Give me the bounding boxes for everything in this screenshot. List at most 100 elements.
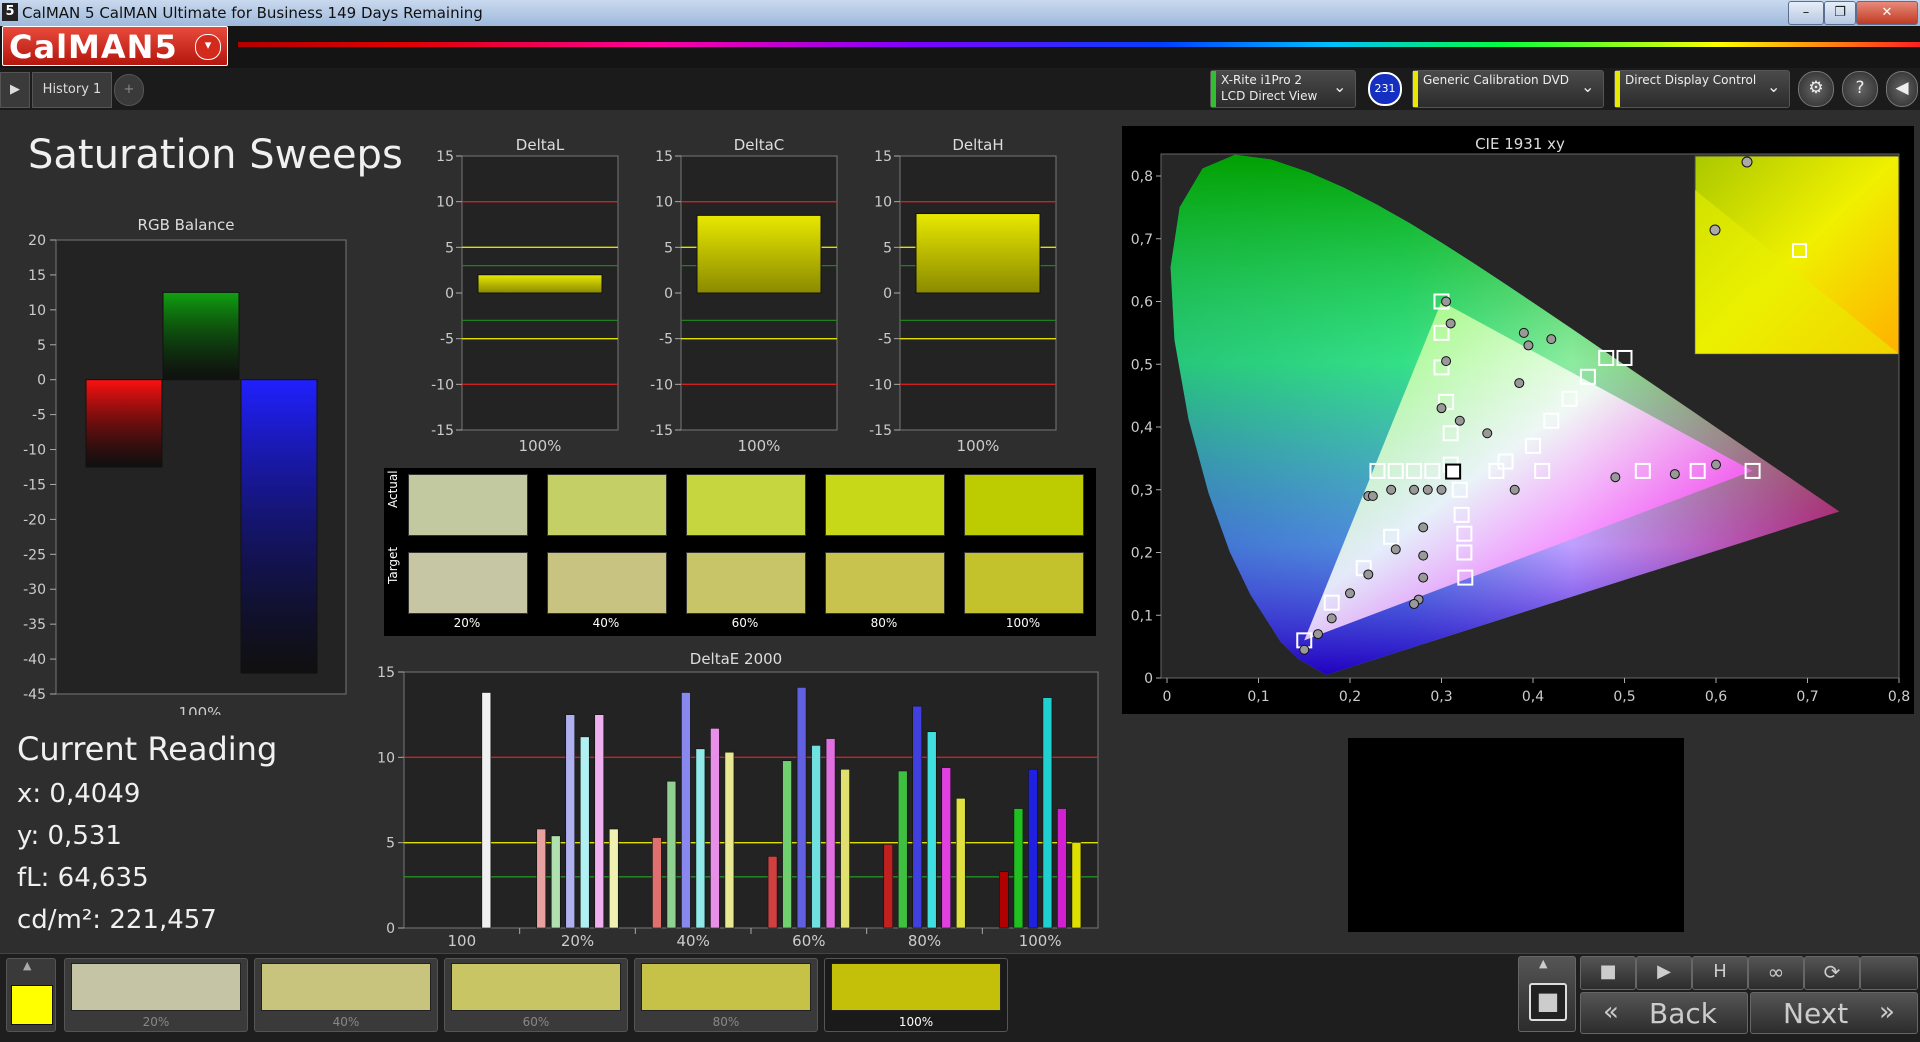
up-arrow-icon[interactable]: ▲ — [1539, 957, 1547, 970]
delta-tick-label: -10 — [650, 377, 673, 393]
cie-y-tick-label: 0,1 — [1131, 608, 1153, 624]
calman-logo-menu[interactable]: CalMAN5 ▾ — [2, 26, 228, 66]
rgb-tick-label: -35 — [23, 617, 46, 633]
rgb-tick-label: 20 — [28, 233, 46, 249]
source-selector[interactable]: Generic Calibration DVD ⌄ — [1412, 70, 1604, 108]
color-preview-window — [1348, 738, 1684, 932]
chevron-down-icon: ⌄ — [1333, 77, 1347, 96]
cie-x-tick-label: 0,6 — [1705, 689, 1727, 705]
hold-button[interactable]: H — [1692, 956, 1748, 990]
cie-measured-point — [1312, 629, 1323, 640]
rgb-axis-ticks: 20 15 10 5 0 -5 -10 -15 -20 -25 -30 -35 -40 -45 — [23, 233, 56, 703]
cie-y-tick-label: 0,7 — [1131, 232, 1153, 248]
deltae-title: DeltaE 2000 — [690, 650, 782, 668]
inset-measured-point — [1709, 224, 1721, 236]
cie-white-target — [1445, 463, 1462, 480]
patch-swatch — [831, 963, 1001, 1011]
deltae-bar — [608, 828, 619, 929]
delta-tick-label: 5 — [445, 240, 454, 256]
delta-tick-label: -15 — [869, 423, 892, 439]
deltae-bar — [710, 728, 720, 929]
next-arrow-icon: » — [1879, 997, 1895, 1027]
deltae-bar — [941, 767, 952, 929]
deltae-tick-label: 10 — [377, 750, 395, 766]
rgb-tick-label: 0 — [37, 373, 46, 389]
play-icon[interactable]: ▶ — [0, 72, 30, 108]
patch-button[interactable]: 80% — [634, 958, 818, 1032]
swatch-label: 20% — [453, 616, 481, 630]
sync-button[interactable]: ⟳ — [1804, 956, 1860, 990]
meter-mode: LCD Direct View — [1221, 89, 1318, 103]
delta-tick-label: -15 — [650, 423, 673, 439]
help-icon[interactable]: ? — [1842, 71, 1878, 107]
deltae-plot-area — [403, 671, 1099, 929]
deltae-bar — [840, 768, 850, 929]
swatch-label: 80% — [870, 616, 898, 630]
cie-y-tick-label: 0,8 — [1131, 169, 1153, 185]
patch-button[interactable]: 100% — [824, 958, 1008, 1032]
patch-swatch — [451, 963, 621, 1011]
deltae-bar — [796, 687, 807, 929]
stop-button-panel[interactable]: ▲ ■ — [1518, 956, 1576, 1032]
patch-label: 60% — [522, 1015, 550, 1029]
deltae-bar — [550, 835, 561, 929]
deltae-bar — [565, 714, 576, 929]
back-arrow-icon: « — [1603, 997, 1619, 1027]
cie-x-tick-label: 0,1 — [1247, 689, 1269, 705]
back-label: Back — [1649, 997, 1717, 1030]
deltae-bar — [594, 714, 605, 929]
patch-button[interactable]: 40% — [254, 958, 438, 1032]
spacer-button — [1860, 956, 1918, 990]
deltae-bar — [999, 871, 1009, 929]
meter-badge[interactable]: 231 — [1368, 72, 1402, 106]
delta-category-label: 100% — [738, 437, 781, 455]
rgb-tick-label: -25 — [23, 547, 46, 563]
close-button[interactable]: ✕ — [1856, 1, 1918, 25]
delta-tick-label: -15 — [431, 423, 454, 439]
chevron-down-icon[interactable]: ▾ — [195, 34, 221, 60]
deltae-bar — [1042, 697, 1053, 929]
reading-cdm2: cd/m²: 221,457 — [17, 905, 217, 935]
cie-title: CIE 1931 xy — [1475, 135, 1565, 153]
stop-measure-button[interactable]: ■ — [1580, 956, 1636, 990]
rgb-tick-label: -15 — [23, 477, 46, 493]
cie-measured-point — [1345, 588, 1355, 599]
patch-swatch — [641, 963, 811, 1011]
loop-button[interactable]: ∞ — [1748, 956, 1804, 990]
delta-tick-label: 10 — [655, 195, 673, 211]
deltae-tick-label: 0 — [386, 921, 395, 937]
cie-y-tick-label: 0,4 — [1131, 420, 1153, 436]
up-arrow-icon[interactable]: ▲ — [23, 959, 31, 972]
patch-label: 20% — [142, 1015, 170, 1029]
deltae-bar — [767, 856, 778, 929]
meter-selector[interactable]: X-Rite i1Pro 2 LCD Direct View ⌄ — [1210, 70, 1356, 108]
display-status-bar — [1615, 71, 1620, 107]
collapse-icon[interactable]: ◀ — [1886, 71, 1918, 107]
stop-icon[interactable]: ■ — [1529, 983, 1567, 1021]
deltae-bar — [666, 780, 677, 929]
tab-history-1[interactable]: History 1 — [32, 72, 112, 108]
target-swatch — [408, 552, 528, 614]
app-header — [0, 26, 1920, 68]
back-button[interactable]: « Back — [1580, 992, 1748, 1034]
maximize-button[interactable]: ❐ — [1824, 1, 1856, 25]
delta-tick-label: -5 — [878, 332, 892, 348]
current-color-button[interactable]: ▲ — [6, 958, 56, 1032]
gear-icon[interactable]: ⚙ — [1798, 71, 1834, 107]
play-measure-button[interactable]: ▶ — [1636, 956, 1692, 990]
add-tab-icon[interactable]: + — [114, 74, 144, 106]
patch-button[interactable]: 60% — [444, 958, 628, 1032]
deltae-bar — [1071, 842, 1082, 929]
rgb-tick-label: -40 — [23, 652, 46, 668]
meter-name: X-Rite i1Pro 2 — [1221, 73, 1302, 87]
reading-y: y: 0,531 — [17, 821, 122, 851]
minimize-button[interactable]: – — [1788, 1, 1824, 25]
next-button[interactable]: Next » — [1750, 992, 1918, 1034]
patch-button[interactable]: 20% — [64, 958, 248, 1032]
rgb-balance-title: RGB Balance — [138, 216, 235, 234]
cie-y-tick-label: 0 — [1144, 671, 1153, 687]
target-swatch — [964, 552, 1084, 614]
rgb-balance-chart: RGB Balance 20 15 10 5 0 -5 -10 -15 -20 -25 -30 -35… — [23, 216, 347, 715]
swatch-label: 40% — [592, 616, 620, 630]
display-selector[interactable]: Direct Display Control ⌄ — [1614, 70, 1790, 108]
